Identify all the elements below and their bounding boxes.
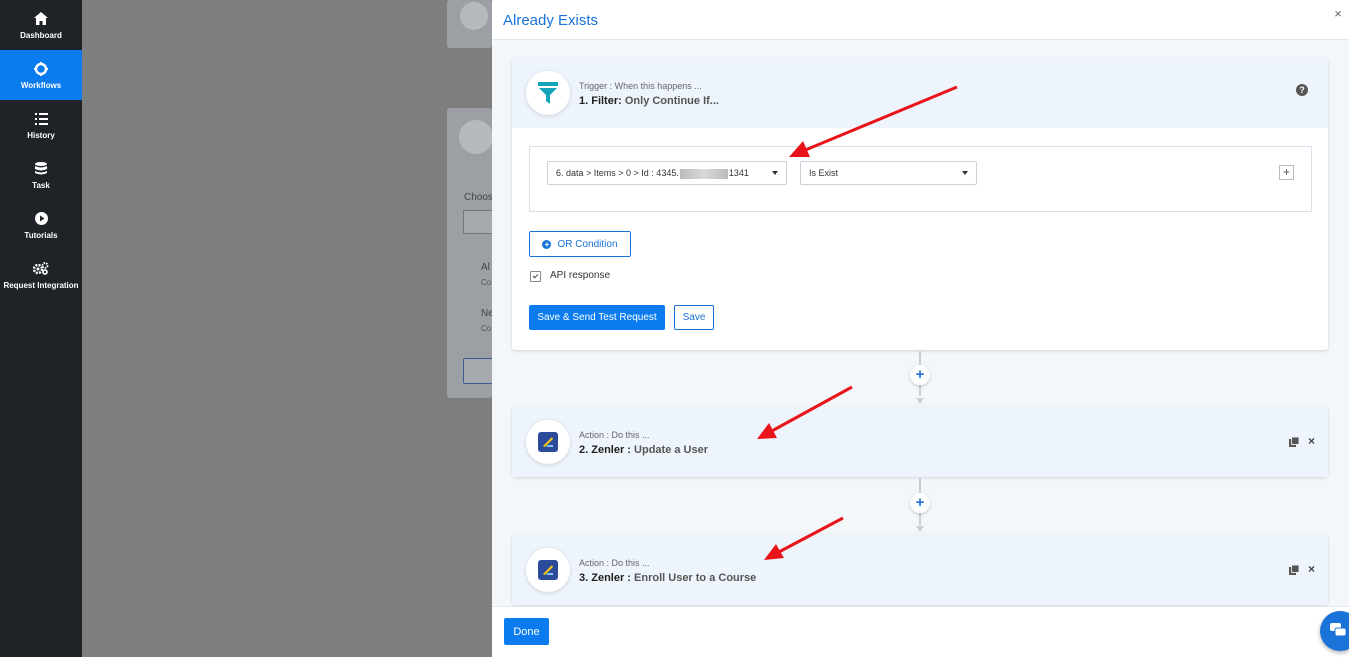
sidebar: Dashboard Workflows History Task Tutoria… <box>0 0 82 657</box>
step-title-rest: Update a User <box>634 444 709 456</box>
background-text: Choos <box>464 192 493 203</box>
sidebar-item-tutorials[interactable]: Tutorials <box>0 200 82 250</box>
remove-step-icon[interactable]: × <box>1308 562 1315 576</box>
done-button[interactable]: Done <box>504 618 549 645</box>
step-subtitle: Trigger : When this happens ... <box>579 81 702 91</box>
sidebar-item-label: History <box>27 130 55 140</box>
step-subtitle: Action : Do this ... <box>579 558 650 568</box>
step-subtitle: Action : Do this ... <box>579 430 650 440</box>
step-card-enroll-user[interactable]: Action : Do this ... 3. Zenler : Enroll … <box>512 535 1328 605</box>
home-icon <box>33 11 49 27</box>
background-text: Co <box>481 278 492 287</box>
modal-header: Already Exists × <box>492 0 1349 40</box>
step-card-update-user[interactable]: Action : Do this ... 2. Zenler : Update … <box>512 407 1328 477</box>
save-button[interactable]: Save <box>674 305 714 330</box>
sidebar-item-request-integration[interactable]: Request Integration <box>0 250 82 300</box>
connector-arrow-icon <box>916 398 924 404</box>
zenler-logo-icon <box>526 420 570 464</box>
step-header: Action : Do this ... 3. Zenler : Enroll … <box>512 535 1328 605</box>
sidebar-item-history[interactable]: History <box>0 100 82 150</box>
connector-arrow-icon <box>916 526 924 532</box>
background-overlay[interactable]: Choos Al Co Ne Co <box>82 0 494 657</box>
sidebar-item-label: Workflows <box>20 80 62 90</box>
step-title: 3. Zenler : Enroll User to a Course <box>579 572 756 584</box>
background-text: Al <box>481 262 490 273</box>
field-select-suffix: 1341 <box>728 168 749 178</box>
add-condition-button[interactable]: + <box>1279 165 1294 180</box>
sidebar-item-label: Dashboard <box>20 30 62 40</box>
step-title-bold: 1. Filter: <box>579 95 622 107</box>
sidebar-item-workflows[interactable]: Workflows <box>0 50 82 100</box>
background-avatar <box>459 120 493 154</box>
condition-box: 6. data > Items > 0 > Id : 4345. 1341 Is … <box>529 146 1312 212</box>
step-card-filter: Trigger : When this happens ... 1. Filte… <box>512 58 1328 350</box>
chat-icon <box>1330 623 1346 637</box>
step-title: 2. Zenler : Update a User <box>579 444 708 456</box>
chevron-down-icon <box>962 171 968 175</box>
add-step-button[interactable]: + <box>910 365 930 385</box>
background-avatar <box>460 2 488 30</box>
help-icon[interactable]: ? <box>1296 84 1308 96</box>
add-step-button[interactable]: + <box>910 493 930 513</box>
sidebar-item-label: Task <box>32 180 50 190</box>
play-circle-icon <box>33 211 49 227</box>
background-button <box>463 358 493 384</box>
sidebar-item-dashboard[interactable]: Dashboard <box>0 0 82 50</box>
field-select-prefix: 6. data > Items > 0 > Id : 4345. <box>556 168 679 178</box>
or-condition-label: OR Condition <box>557 238 618 250</box>
filter-icon <box>526 71 570 115</box>
database-icon <box>33 161 49 177</box>
step-header[interactable]: Trigger : When this happens ... 1. Filte… <box>512 58 1328 128</box>
modal-title: Already Exists <box>503 12 599 29</box>
operator-select[interactable]: Is Exist <box>800 161 977 185</box>
step-title-rest: Only Continue If... <box>624 95 719 107</box>
gears-icon <box>33 261 49 277</box>
background-select <box>463 210 493 234</box>
step-title: 1. Filter: Only Continue If... <box>579 95 719 107</box>
modal-footer: Done <box>492 606 1349 657</box>
operator-select-value: Is Exist <box>809 168 839 178</box>
plus-circle-icon: + <box>542 239 552 249</box>
background-card <box>447 0 492 48</box>
step-title-rest: Enroll User to a Course <box>634 572 757 584</box>
api-response-label: API response <box>550 270 611 281</box>
or-condition-button[interactable]: + OR Condition <box>529 231 631 257</box>
field-select[interactable]: 6. data > Items > 0 > Id : 4345. 1341 <box>547 161 787 185</box>
sidebar-item-label: Tutorials <box>24 230 58 240</box>
close-icon[interactable]: × <box>1332 7 1344 20</box>
zenler-logo-icon <box>526 548 570 592</box>
remove-step-icon[interactable]: × <box>1308 434 1315 448</box>
background-card: Choos Al Co Ne Co <box>447 108 494 398</box>
sidebar-item-task[interactable]: Task <box>0 150 82 200</box>
step-title-bold: 3. Zenler : <box>579 572 631 584</box>
copy-icon[interactable] <box>1289 436 1300 450</box>
redacted-value <box>679 168 728 179</box>
copy-icon[interactable] <box>1289 564 1300 578</box>
step-header: Action : Do this ... 2. Zenler : Update … <box>512 407 1328 477</box>
api-response-checkbox[interactable] <box>530 271 541 282</box>
chevron-down-icon <box>772 171 778 175</box>
workflow-icon <box>33 61 49 77</box>
background-text: Co <box>481 324 492 333</box>
modal: Already Exists × Trigger : When this hap… <box>492 0 1349 657</box>
save-send-test-button[interactable]: Save & Send Test Request <box>529 305 665 330</box>
step-title-bold: 2. Zenler : <box>579 444 631 456</box>
history-list-icon <box>33 111 49 127</box>
sidebar-item-label: Request Integration <box>3 280 79 290</box>
